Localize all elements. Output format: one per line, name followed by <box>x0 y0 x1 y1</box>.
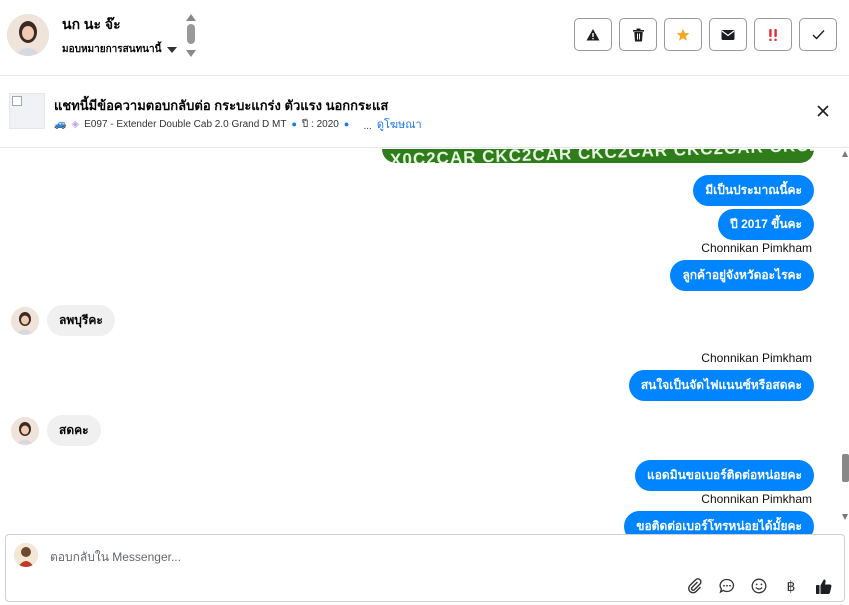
view-ad-link[interactable]: ดูโฆษณา <box>377 115 422 133</box>
report-button[interactable] <box>574 18 612 51</box>
contact-avatar[interactable] <box>7 14 49 56</box>
message-outgoing[interactable]: มีเป็นประมาณนี้คะ <box>693 175 814 206</box>
listing-more: ᅟ... <box>354 120 372 132</box>
scroll-up-icon[interactable] <box>842 151 848 157</box>
assign-label: มอบหมายการสนทนานี้ <box>62 44 162 55</box>
scroll-down-icon[interactable] <box>186 50 196 57</box>
like-button[interactable] <box>814 577 832 595</box>
separator-dot-icon: ● <box>343 119 350 129</box>
payment-button[interactable]: ฿ <box>782 577 800 595</box>
contact-avatar-small <box>11 417 39 445</box>
scroll-down-icon[interactable] <box>842 514 848 520</box>
message-incoming[interactable]: สดคะ <box>47 415 101 446</box>
composer-tools: ฿ <box>686 577 832 595</box>
contact-avatar-small <box>11 307 39 335</box>
message-outgoing[interactable]: ขอติดต่อเบอร์โทรหน่อยได้มั้ยคะ <box>624 511 814 534</box>
message-outgoing[interactable]: ปี 2017 ขึ้นคะ <box>718 209 814 240</box>
contact-name: นก นะ จ๊ะ <box>62 16 121 32</box>
message-outgoing[interactable]: ลูกค้าอยู่จังหวัดอะไรคะ <box>670 260 814 291</box>
spam-button[interactable] <box>754 18 792 51</box>
close-banner-button[interactable] <box>814 102 832 120</box>
conversation-header: นก นะ จ๊ะ มอบหมายการสนทนานี้ <box>0 0 849 76</box>
message-outgoing[interactable]: แอดมินขอเบอร์ติดต่อหน่อยคะ <box>634 460 814 491</box>
listing-thumbnail[interactable] <box>9 93 45 129</box>
close-icon <box>817 105 829 117</box>
reply-input[interactable] <box>50 547 650 567</box>
listing-year: ปี : 2020 <box>301 118 339 130</box>
shared-ad-image[interactable]: X0C2CAR CKC2CAR CKC2CAR CKC2CAR CKC2 <box>382 149 814 163</box>
message-composer: ฿ <box>5 534 845 602</box>
page-avatar <box>14 543 38 567</box>
thread-scrollbar[interactable] <box>842 149 849 534</box>
emoji-button[interactable] <box>750 577 768 595</box>
check-icon <box>812 30 825 40</box>
paperclip-icon <box>688 578 702 594</box>
tag-icon: ◈ <box>71 118 80 130</box>
mark-unread-button[interactable] <box>709 18 747 51</box>
listing-banner: แชทนี้มีข้อความตอบกลับต่อ กระบะแกร่ง ตัว… <box>0 77 849 148</box>
scroll-thumb[interactable] <box>187 24 195 44</box>
message-incoming[interactable]: ลพบุรีคะ <box>47 305 115 336</box>
sender-name: Chonnikan Pimkham <box>701 351 812 365</box>
envelope-icon <box>721 29 735 40</box>
baht-icon: ฿ <box>786 577 796 594</box>
scroll-up-icon[interactable] <box>186 14 196 21</box>
done-button[interactable] <box>799 18 837 51</box>
exclamation-icon <box>769 28 777 41</box>
header-scroll-control[interactable] <box>186 14 196 58</box>
listing-model: E097 - Extender Double Cab 2.0 Grand D M… <box>84 118 287 130</box>
listing-title: แชทนี้มีข้อความตอบกลับต่อ กระบะแกร่ง ตัว… <box>54 98 389 113</box>
sender-name: Chonnikan Pimkham <box>701 241 812 255</box>
chat-bubble-icon <box>719 578 735 594</box>
message-thread[interactable]: X0C2CAR CKC2CAR CKC2CAR CKC2CAR CKC2 มีเ… <box>0 149 849 534</box>
warning-icon <box>586 28 600 40</box>
attach-button[interactable] <box>686 577 704 595</box>
listing-meta: 🚙 ◈ E097 - Extender Double Cab 2.0 Grand… <box>54 115 422 133</box>
thumbs-up-icon <box>815 579 831 594</box>
assign-conversation-dropdown[interactable]: มอบหมายการสนทนานี้ <box>62 42 178 57</box>
message-outgoing[interactable]: สนใจเป็นจัดไฟแนนซ์หรือสดคะ <box>628 370 814 401</box>
broken-image-icon <box>12 96 22 106</box>
conversation-actions <box>574 18 837 51</box>
trash-icon <box>632 28 644 41</box>
sender-name: Chonnikan Pimkham <box>701 492 812 506</box>
saved-replies-button[interactable] <box>718 577 736 595</box>
ad-image-text: X0C2CAR CKC2CAR CKC2CAR CKC2CAR CKC2 <box>390 149 814 163</box>
separator-dot-icon: ● <box>291 119 297 129</box>
scroll-thumb[interactable] <box>842 454 849 482</box>
caret-down-icon <box>167 46 178 53</box>
smiley-icon <box>751 578 767 594</box>
star-button[interactable] <box>664 18 702 51</box>
delete-button[interactable] <box>619 18 657 51</box>
car-icon: 🚙 <box>54 118 67 130</box>
star-icon <box>676 28 690 41</box>
